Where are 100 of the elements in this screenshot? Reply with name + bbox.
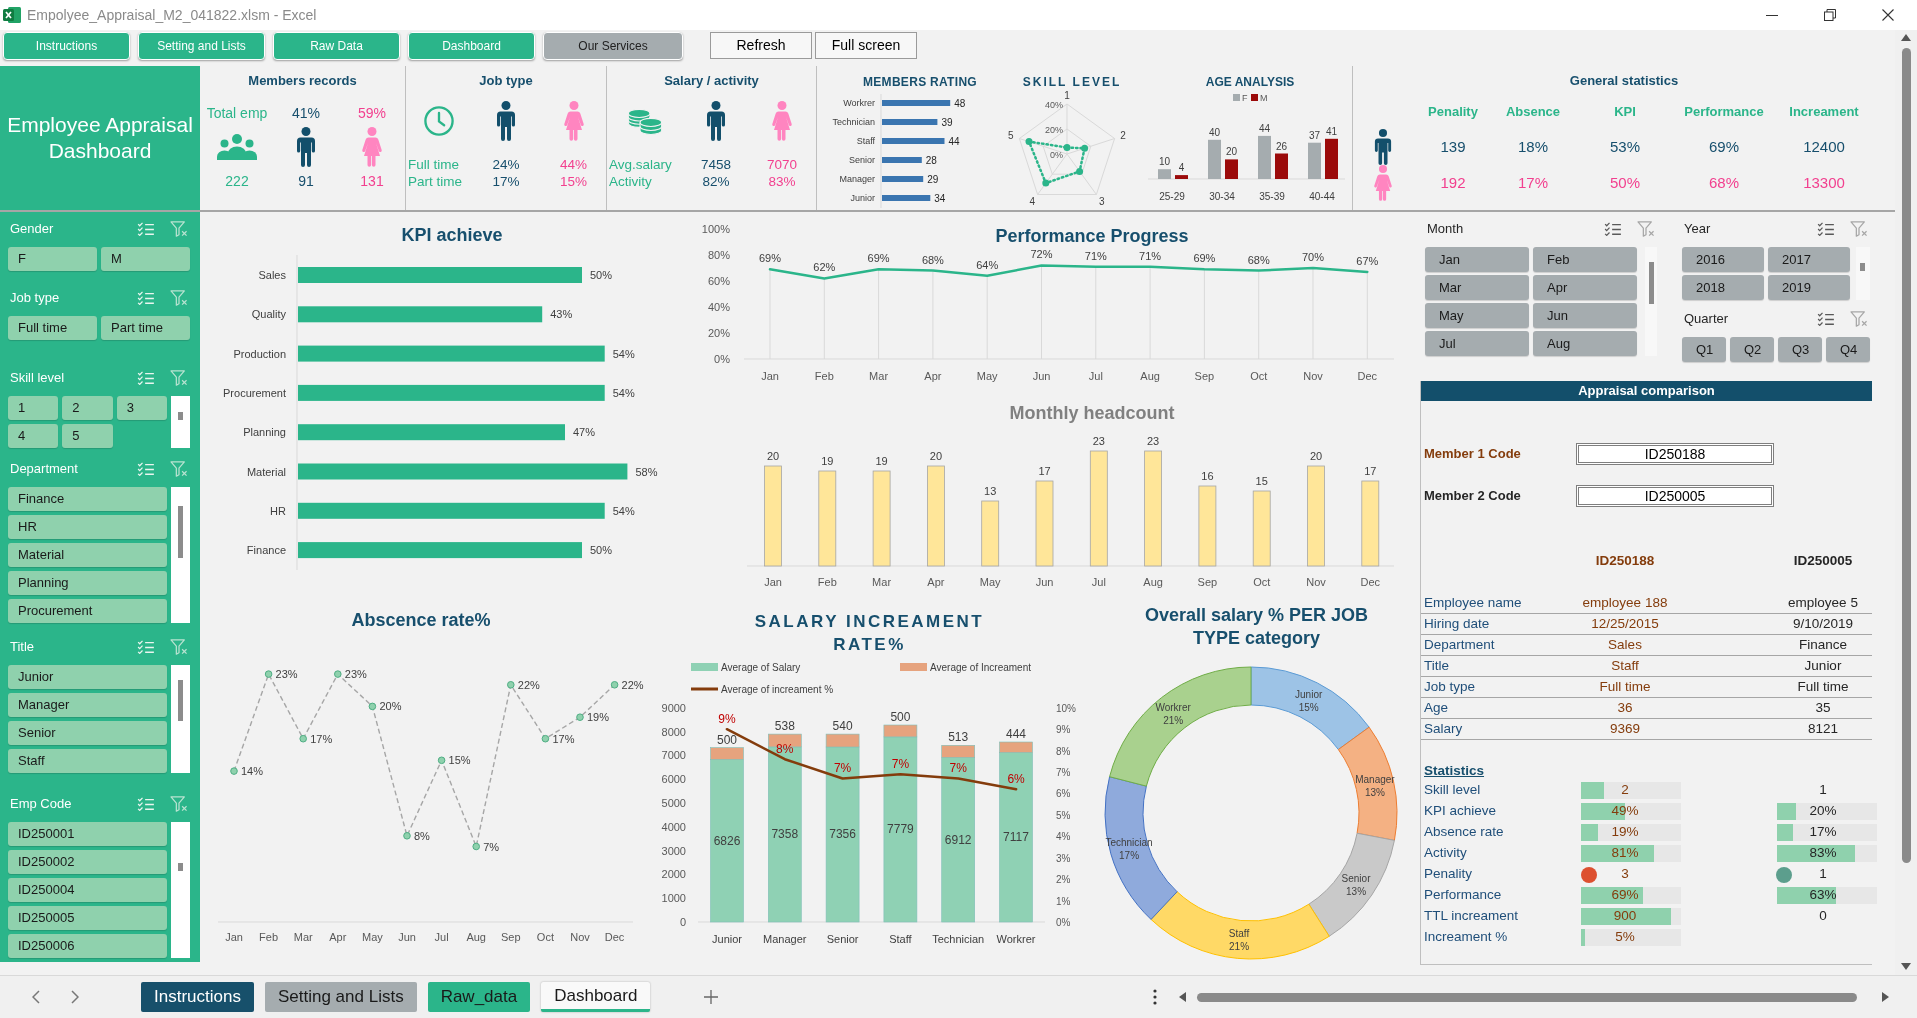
scrollbar[interactable] xyxy=(1856,247,1870,300)
more-options-icon[interactable] xyxy=(1153,989,1157,1005)
axis-label: 20% xyxy=(707,327,730,339)
row-value: 8121 xyxy=(1807,720,1838,738)
scrollbar[interactable] xyxy=(171,665,190,773)
slicer-item[interactable]: ID250004 xyxy=(8,878,167,902)
window-title: Empolyee_Appraisal_M2_041822.xlsm - Excel xyxy=(27,6,317,24)
slicer-item[interactable]: Apr xyxy=(1533,275,1637,300)
slicer-item[interactable]: Mar xyxy=(1425,275,1529,300)
slicer-item[interactable]: 2018 xyxy=(1682,275,1764,300)
data-label: 22% xyxy=(621,678,644,691)
clear-filter-icon[interactable] xyxy=(1850,221,1868,237)
sheet-tab[interactable]: Raw_data xyxy=(427,982,531,1012)
slice-value: 21% xyxy=(1163,714,1184,726)
chevron-left-icon[interactable] xyxy=(32,990,40,1004)
multi-select-icon[interactable] xyxy=(1817,312,1835,326)
code-field[interactable]: ID250005 xyxy=(1576,485,1774,507)
slicer-item[interactable]: Jun xyxy=(1533,303,1637,328)
slicer-item[interactable]: Jan xyxy=(1425,247,1529,272)
scrollbar[interactable] xyxy=(171,487,190,623)
row-value: 5% xyxy=(1615,929,1635,946)
slicer-item[interactable]: Aug xyxy=(1533,331,1637,356)
chevron-right-icon[interactable] xyxy=(71,990,79,1004)
scroll-down-icon[interactable] xyxy=(1901,963,1911,970)
slicer-item[interactable]: ID250005 xyxy=(8,906,167,930)
scroll-up-icon[interactable] xyxy=(1901,34,1911,41)
row-label: Age xyxy=(1424,699,1449,717)
slicer-item[interactable]: Planning xyxy=(8,571,167,595)
close-icon[interactable] xyxy=(1882,9,1894,21)
axis-label: Material xyxy=(246,465,286,478)
minimize-icon[interactable] xyxy=(1766,14,1778,16)
slicer-item[interactable]: 2017 xyxy=(1768,247,1850,272)
slicer-item[interactable]: Part time xyxy=(101,316,190,340)
slicer-item[interactable]: M xyxy=(101,247,190,271)
slicer-item[interactable]: HR xyxy=(8,515,167,539)
clear-filter-icon[interactable] xyxy=(170,221,188,237)
slicer-title: Job type xyxy=(9,290,60,306)
slicer-item[interactable]: May xyxy=(1425,303,1529,328)
plus-icon[interactable] xyxy=(704,990,719,1004)
slicer-item[interactable]: Junior xyxy=(8,665,167,689)
sheet-tab[interactable]: Instructions xyxy=(141,982,254,1012)
scrollbar[interactable] xyxy=(171,396,190,448)
slicer-item[interactable]: Q3 xyxy=(1778,337,1822,362)
sheet-tab[interactable]: Setting and Lists xyxy=(264,982,417,1012)
clear-filter-icon[interactable] xyxy=(1850,311,1868,327)
slicer-item[interactable]: Feb xyxy=(1533,247,1637,272)
slicer-item[interactable]: 1 xyxy=(8,396,59,420)
slicer-item[interactable]: 2019 xyxy=(1768,275,1850,300)
code-field[interactable]: ID250188 xyxy=(1576,443,1774,465)
scrollbar[interactable] xyxy=(171,822,190,958)
multi-select-icon[interactable] xyxy=(1817,222,1835,236)
action-button[interactable]: Full screen xyxy=(815,32,917,59)
slicer-item[interactable]: Jul xyxy=(1425,331,1529,356)
axis-label: Mar xyxy=(872,576,892,588)
action-button[interactable]: Refresh xyxy=(710,32,812,59)
axis-label: Oct xyxy=(1253,576,1271,588)
slicer-item[interactable]: Q1 xyxy=(1682,337,1726,362)
slicer-item[interactable]: Full time xyxy=(8,316,97,340)
clear-filter-icon[interactable] xyxy=(170,639,188,655)
slicer-item[interactable]: Q2 xyxy=(1730,337,1774,362)
stat-value: 50% xyxy=(1610,174,1640,192)
slicer-item[interactable]: Material xyxy=(8,543,167,567)
slicer-item[interactable]: Senior xyxy=(8,721,167,745)
row-value: 81% xyxy=(1611,845,1639,862)
slicer-item[interactable]: Manager xyxy=(8,693,167,717)
clear-filter-icon[interactable] xyxy=(1637,221,1655,237)
slicer-item[interactable]: ID250002 xyxy=(8,850,167,874)
slicer-item[interactable]: 4 xyxy=(8,424,59,448)
slicer-item[interactable]: Q4 xyxy=(1826,337,1870,362)
multi-select-icon[interactable] xyxy=(1604,222,1622,236)
slicer-item[interactable]: F xyxy=(8,247,97,271)
slicer-item[interactable]: Procurement xyxy=(8,599,167,623)
clear-filter-icon[interactable] xyxy=(170,290,188,306)
axis-label: Jun xyxy=(398,931,416,943)
scrollbar[interactable] xyxy=(1645,247,1657,356)
clear-filter-icon[interactable] xyxy=(170,796,188,812)
restore-icon[interactable] xyxy=(1824,9,1836,21)
chart-title: Abscence rate% xyxy=(351,610,491,630)
scroll-right-icon[interactable] xyxy=(1882,992,1889,1002)
data-label: 20 xyxy=(1309,450,1323,462)
slicer-item[interactable]: ID250006 xyxy=(8,934,167,958)
slicer-item[interactable]: Staff xyxy=(8,749,167,773)
slicer-item[interactable]: 2016 xyxy=(1682,247,1764,272)
nav-button[interactable]: Our Services xyxy=(543,32,683,60)
slice-label: Manager xyxy=(1355,774,1395,786)
sheet-tab[interactable]: Dashboard xyxy=(541,982,651,1012)
axis-label: 40% xyxy=(707,301,730,313)
slicer-item[interactable]: 3 xyxy=(116,396,167,420)
slicer-item[interactable]: 5 xyxy=(62,424,113,448)
clear-filter-icon[interactable] xyxy=(170,370,188,386)
slicer-item[interactable]: 2 xyxy=(62,396,113,420)
slicer-item[interactable]: ID250001 xyxy=(8,822,167,846)
clear-filter-icon[interactable] xyxy=(170,461,188,477)
data-label: 34 xyxy=(934,192,946,204)
slicer-item[interactable]: Finance xyxy=(8,487,167,511)
column-header: Absence xyxy=(1505,104,1561,120)
scroll-left-icon[interactable] xyxy=(1179,992,1186,1002)
axis-label: Jan xyxy=(761,370,779,382)
axis-label: Sep xyxy=(501,931,521,943)
axis-label: HR xyxy=(270,504,286,517)
